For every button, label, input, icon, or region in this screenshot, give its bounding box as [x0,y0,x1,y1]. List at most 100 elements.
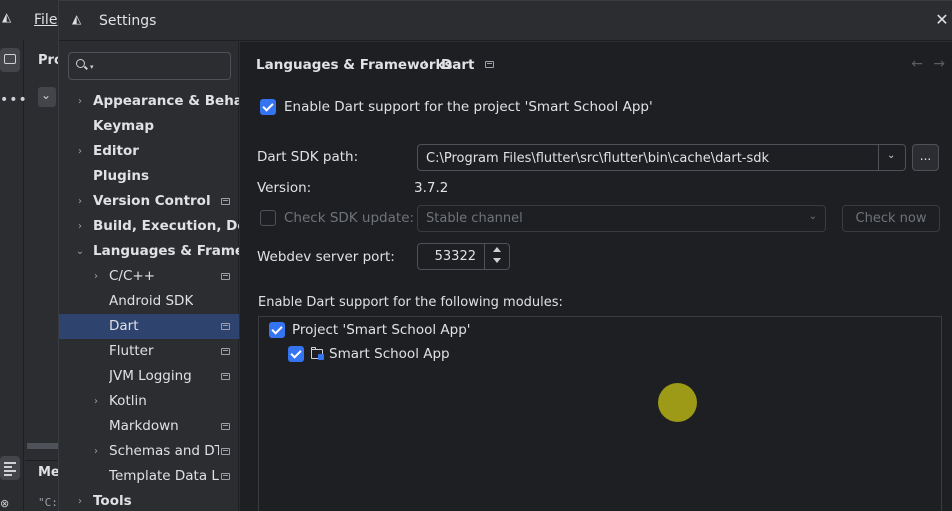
sdk-path-combo[interactable]: ⌄ [417,144,906,171]
settings-dialog: ◭ Settings ✕ ▾ › Appearance & Behavior Key… [58,0,952,511]
sidebar-item-label: Flutter [109,343,154,359]
modules-label: Enable Dart support for the following mo… [258,295,563,310]
module-checkbox[interactable] [288,346,304,362]
chevron-down-icon: ⌄ [887,150,896,161]
sidebar-item-label: Appearance & Behavior [93,93,239,109]
modules-list: Project 'Smart School App' Smart School … [258,316,942,511]
sidebar-item[interactable]: › Build, Execution, Deployment [59,214,239,239]
sidebar-item-label: Kotlin [109,393,147,409]
sidebar-item[interactable]: Keymap [59,114,239,139]
sidebar-item-label: Languages & Frameworks [93,243,239,259]
sidebar-item-label: JVM Logging [109,368,192,384]
forward-arrow-icon[interactable]: → [933,56,945,72]
lines-icon-bar [4,470,16,472]
project-scope-icon [485,61,494,68]
more-tools-icon[interactable]: ••• [0,92,28,108]
sidebar-item[interactable]: ⌄ Languages & Frameworks [59,239,239,264]
console-text: "C: [38,496,58,509]
chevron-right-icon[interactable]: › [75,489,85,511]
project-scope-icon [221,423,230,430]
chevron-right-icon[interactable]: › [91,439,101,464]
project-tool-button[interactable] [0,48,20,72]
sidebar-item[interactable]: › Kotlin [59,389,239,414]
settings-sidebar: ▾ › Appearance & Behavior Keymap › Editor Plu… [59,42,239,511]
settings-search-box[interactable]: ▾ [68,52,231,80]
cursor-highlight [658,383,697,422]
structure-tool-button[interactable] [0,456,20,480]
chevron-right-icon[interactable]: › [91,389,101,414]
chevron-right-icon[interactable]: › [75,89,85,114]
sidebar-item-label: Android SDK [109,293,194,309]
project-scope-icon [221,348,230,355]
sidebar-item-label: Template Data Languages [109,468,219,484]
sidebar-item-label: Markdown [109,418,179,434]
webdev-port-value[interactable]: 53322 [435,249,476,264]
lines-icon-bar [4,474,12,476]
breadcrumb-current: Dart [441,57,475,73]
terminal-icon[interactable]: ⊗ [0,497,9,510]
sidebar-item-label: Dart [109,318,139,334]
enable-dart-checkbox[interactable] [260,99,276,115]
sidebar-item[interactable]: › Appearance & Behavior [59,89,239,114]
folder-icon [4,54,16,64]
module-label[interactable]: Smart School App [329,346,450,362]
update-channel-select[interactable]: Stable channel ⌄ [417,205,826,232]
sdk-path-input[interactable] [426,149,866,167]
project-module-checkbox[interactable] [269,322,285,338]
project-scope-icon [221,323,230,330]
sidebar-item[interactable]: Template Data Languages [59,464,239,489]
sidebar-item[interactable]: Plugins [59,164,239,189]
back-arrow-icon[interactable]: ← [911,56,923,72]
sidebar-item[interactable]: › Version Control [59,189,239,214]
sidebar-item[interactable]: Android SDK [59,289,239,314]
sdk-path-dropdown[interactable]: ⌄ [878,145,905,170]
chevron-right-icon[interactable]: › [91,264,101,289]
ide-horizontal-scrollbar[interactable] [27,443,58,449]
close-button[interactable]: ✕ [933,11,951,29]
android-logo-icon: ◭ [72,12,82,26]
breadcrumb-separator: › [423,56,429,71]
sidebar-item-label: Build, Execution, Deployment [93,218,239,234]
spinner-down-icon[interactable] [493,258,501,263]
sidebar-item[interactable]: JVM Logging [59,364,239,389]
sidebar-item[interactable]: › C/C++ [59,264,239,289]
port-spinner-arrows[interactable] [484,244,509,269]
bottom-panel-title: Me [38,465,60,480]
sidebar-item[interactable]: › Editor [59,139,239,164]
check-now-button[interactable]: Check now [842,205,940,232]
menu-file[interactable]: File [34,12,57,28]
chevron-down-icon[interactable]: ⌄ [75,239,85,264]
project-scope-icon [221,198,230,205]
sidebar-item[interactable]: Flutter [59,339,239,364]
version-value: 3.7.2 [414,180,449,196]
sidebar-item[interactable]: › Tools [59,489,239,511]
sidebar-item[interactable]: Dart [59,314,239,339]
check-sdk-update-label[interactable]: Check SDK update: [284,210,414,226]
browse-sdk-button[interactable]: ... [912,144,939,171]
webdev-port-spinner[interactable]: 53322 [417,243,510,270]
sidebar-item-label: Tools [93,493,132,509]
sidebar-item-label: C/C++ [109,268,156,284]
sidebar-item[interactable]: Markdown [59,414,239,439]
sidebar-item-label: Editor [93,143,139,159]
chevron-down-icon: ⌄ [808,211,817,222]
check-sdk-update-checkbox[interactable] [260,210,276,226]
project-scope-icon [221,473,230,480]
dialog-titlebar: ◭ Settings ✕ [59,1,952,41]
sidebar-item[interactable]: › Schemas and DTDs [59,439,239,464]
enable-dart-label[interactable]: Enable Dart support for the project 'Sma… [284,99,653,115]
sidebar-item-label: Plugins [93,168,150,184]
chevron-right-icon[interactable]: › [75,214,85,239]
settings-tree: › Appearance & Behavior Keymap › Editor Plugi… [59,89,239,511]
project-view-dropdown[interactable]: ⌄ [38,87,56,107]
project-module-label[interactable]: Project 'Smart School App' [292,322,471,338]
module-folder-icon [311,347,325,360]
chevron-down-icon: ⌄ [41,88,52,102]
chevron-right-icon[interactable]: › [75,139,85,164]
sidebar-item-label: Schemas and DTDs [109,443,219,459]
chevron-right-icon[interactable]: › [75,189,85,214]
version-label: Version: [257,180,312,196]
project-scope-icon [221,273,230,280]
settings-search-input[interactable] [97,57,227,75]
spinner-up-icon[interactable] [493,247,501,252]
